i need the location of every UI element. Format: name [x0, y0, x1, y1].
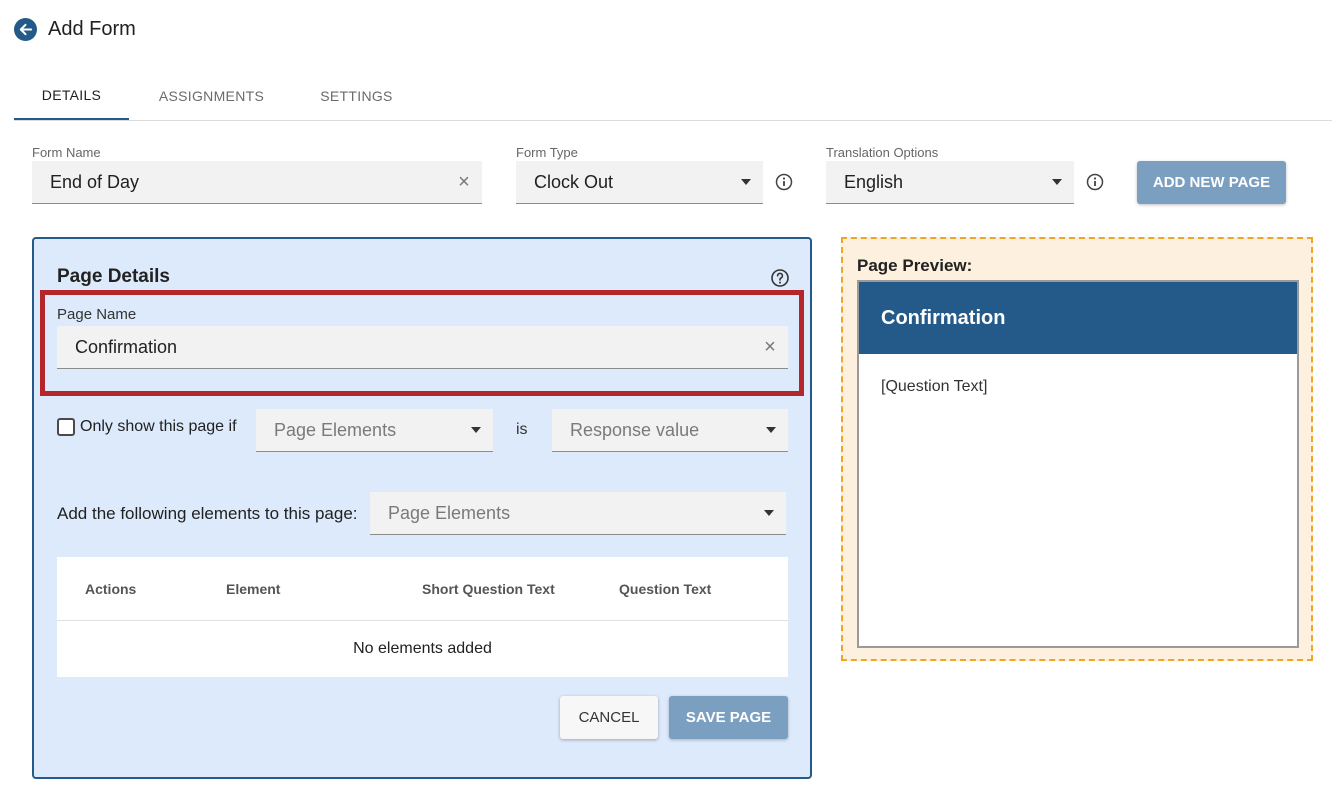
tab-details[interactable]: DETAILS	[14, 72, 129, 120]
page-name-input[interactable]: Confirmation ×	[57, 326, 788, 369]
form-type-select[interactable]: Clock Out	[516, 161, 763, 204]
condition-element-placeholder: Page Elements	[274, 419, 397, 440]
page-details-title: Page Details	[57, 266, 170, 287]
preview-title: Page Preview:	[857, 256, 973, 275]
tab-settings[interactable]: SETTINGS	[294, 72, 419, 120]
caret-down-icon	[754, 427, 788, 433]
checkbox-box[interactable]	[57, 418, 75, 436]
translation-label: Translation Options	[826, 145, 939, 160]
only-show-checkbox[interactable]: Only show this page if	[57, 418, 237, 436]
column-header-question[interactable]: Question Text	[619, 581, 711, 597]
page-header: Add Form	[14, 18, 136, 41]
form-name-input[interactable]: End of Day ×	[32, 161, 482, 204]
add-elements-select[interactable]: Page Elements	[370, 492, 786, 535]
preview-frame: Confirmation [Question Text]	[857, 280, 1299, 648]
form-name-label: Form Name	[32, 145, 101, 160]
condition-value-placeholder: Response value	[570, 419, 700, 440]
is-label: is	[516, 421, 528, 438]
caret-down-icon	[1040, 179, 1074, 185]
back-button[interactable]	[14, 18, 37, 41]
page-preview-panel: Page Preview: Confirmation [Question Tex…	[841, 237, 1313, 661]
preview-question-text: [Question Text]	[881, 378, 988, 395]
translation-info-icon[interactable]	[1086, 173, 1104, 191]
save-page-button[interactable]: SAVE PAGE	[669, 696, 788, 739]
add-elements-placeholder: Page Elements	[388, 502, 511, 523]
column-header-short-question[interactable]: Short Question Text	[422, 581, 555, 597]
help-icon[interactable]	[770, 268, 790, 288]
translation-value: English	[844, 171, 904, 192]
caret-down-icon	[752, 510, 786, 516]
clear-icon[interactable]: ×	[446, 171, 482, 194]
translation-select[interactable]: English	[826, 161, 1074, 204]
column-header-element[interactable]: Element	[226, 581, 280, 597]
caret-down-icon	[459, 427, 493, 433]
condition-value-select[interactable]: Response value	[552, 409, 788, 452]
form-type-info-icon[interactable]	[775, 173, 793, 191]
form-name-value: End of Day	[50, 171, 140, 192]
page-title: Add Form	[48, 18, 136, 40]
empty-table-message: No elements added	[353, 640, 492, 657]
condition-element-select[interactable]: Page Elements	[256, 409, 493, 452]
elements-table: Actions Element Short Question Text Ques…	[57, 557, 788, 677]
add-new-page-button[interactable]: ADD NEW PAGE	[1137, 161, 1286, 204]
caret-down-icon	[729, 179, 763, 185]
column-header-actions[interactable]: Actions	[85, 581, 136, 597]
form-type-value: Clock Out	[534, 171, 614, 192]
form-type-label: Form Type	[516, 145, 578, 160]
clear-icon[interactable]: ×	[752, 336, 788, 359]
cancel-button[interactable]: CANCEL	[560, 696, 658, 739]
preview-page-title: Confirmation	[859, 282, 1297, 354]
arrow-left-icon	[19, 23, 33, 36]
tab-bar: DETAILS ASSIGNMENTS SETTINGS	[14, 72, 1332, 121]
page-name-label: Page Name	[57, 306, 137, 323]
page-name-value: Confirmation	[75, 336, 178, 357]
table-header: Actions Element Short Question Text Ques…	[57, 557, 788, 621]
add-elements-label: Add the following elements to this page:	[57, 504, 358, 523]
only-show-label: Only show this page if	[80, 418, 237, 435]
tab-assignments[interactable]: ASSIGNMENTS	[129, 72, 294, 120]
